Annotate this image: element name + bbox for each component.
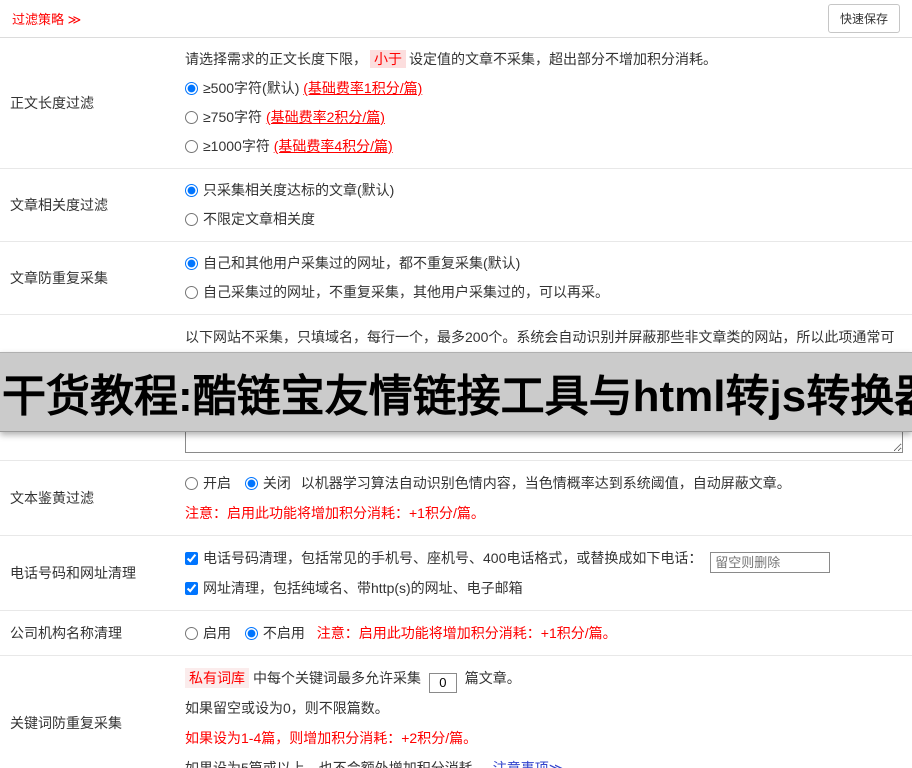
watermark-overlay-banner: 干货教程:酷链宝友情链接工具与html转js转换器( [0,352,912,432]
company-cleanup-on-option[interactable]: 启用 [185,625,235,641]
body-length-750-rate-note: (基础费率2积分/篇) [265,109,385,125]
dedup-self-label: 自己采集过的网址，不重复采集，其他用户采集过的，可以再采。 [203,284,609,300]
row-dedup-collection: 文章防重复采集 自己和其他用户采集过的网址，都不重复采集(默认) 自己采集过的网… [0,242,912,315]
body-length-option-1000[interactable]: ≥1000字符 (基础费率4积分/篇) [185,132,904,161]
body-length-intro: 请选择需求的正文长度下限， 小于 设定值的文章不采集，超出部分不增加积分消耗。 [185,45,904,74]
body-length-filter-content: 请选择需求的正文长度下限， 小于 设定值的文章不采集，超出部分不增加积分消耗。 ≥5… [185,38,912,168]
row-porn-filter: 文本鉴黄过滤 开启 关闭 以机器学习算法自动识别色情内容，当色情概率达到系统阈值… [0,461,912,536]
company-cleanup-options: 启用 不启用 注意：启用此功能将增加积分消耗：+1积分/篇。 [185,618,904,648]
url-cleanup-label: 网址清理，包括纯域名、带http(s)的网址、电子邮箱 [203,580,523,596]
url-cleanup-option[interactable]: 网址清理，包括纯域名、带http(s)的网址、电子邮箱 [185,580,523,596]
body-length-intro-suffix: 设定值的文章不采集，超出部分不增加积分消耗。 [409,51,717,67]
url-cleanup-checkbox[interactable] [185,582,198,595]
keyword-dedup-cost-note: 如果设为1-4篇，则增加积分消耗：+2积分/篇。 [185,730,478,746]
porn-filter-cost-note: 注意：启用此功能将增加积分消耗：+1积分/篇。 [185,505,485,521]
company-cleanup-content: 启用 不启用 注意：启用此功能将增加积分消耗：+1积分/篇。 [185,611,912,655]
relevance-strict-label: 只采集相关度达标的文章(默认) [203,182,395,198]
porn-filter-off-option[interactable]: 关闭 [244,475,295,491]
body-length-750-radio[interactable] [185,111,198,124]
page-header: 过滤策略 ≫ 快速保存 [0,0,912,38]
relevance-filter-label: 文章相关度过滤 [10,197,108,213]
body-length-1000-radio[interactable] [185,140,198,153]
body-length-intro-highlight: 小于 [370,50,406,68]
row-body-length-filter: 正文长度过滤 请选择需求的正文长度下限， 小于 设定值的文章不采集，超出部分不增加积… [0,38,912,169]
phone-cleanup-option[interactable]: 电话号码清理，包括常见的手机号、座机号、400电话格式，或替换成如下电话： [185,550,706,566]
relevance-strict-radio[interactable] [185,184,198,197]
replacement-phone-input[interactable] [710,552,831,573]
relevance-any-label: 不限定文章相关度 [203,211,315,227]
porn-filter-content: 开启 关闭 以机器学习算法自动识别色情内容，当色情概率达到系统阈值，自动屏蔽文章… [185,461,912,535]
row-keyword-dedup: 关键词防重复采集 私有词库中每个关键词最多允许采集 篇文章。 如果留空或设为0，… [0,656,912,768]
body-length-option-500[interactable]: ≥500字符(默认) (基础费率1积分/篇) [185,74,904,103]
keyword-dedup-line4-text: 如果设为5篇或以上，也不会额外增加积分消耗。 [185,760,487,768]
company-cleanup-off-label: 不启用 [262,625,305,641]
keyword-dedup-line1-mid: 中每个关键词最多允许采集 [253,670,421,686]
url-cleanup-line: 网址清理，包括纯域名、带http(s)的网址、电子邮箱 [185,573,904,603]
porn-filter-options: 开启 关闭 以机器学习算法自动识别色情内容，当色情概率达到系统阈值，自动屏蔽文章… [185,468,904,498]
porn-filter-on-radio[interactable] [185,477,198,490]
phone-url-cleanup-label: 电话号码和网址清理 [10,565,136,581]
dedup-collection-label: 文章防重复采集 [10,270,108,286]
body-length-500-radio[interactable] [185,82,198,95]
dedup-global-radio[interactable] [185,257,198,270]
company-cleanup-on-label: 启用 [203,625,231,641]
company-cleanup-label: 公司机构名称清理 [10,625,122,641]
keyword-dedup-line1-suffix: 篇文章。 [464,670,521,686]
body-length-1000-label: ≥1000字符 [203,138,274,154]
relevance-filter-content: 只采集相关度达标的文章(默认) 不限定文章相关度 [185,169,912,241]
dedup-option-global[interactable]: 自己和其他用户采集过的网址，都不重复采集(默认) [185,249,904,278]
relevance-any-radio[interactable] [185,213,198,226]
relevance-option-strict[interactable]: 只采集相关度达标的文章(默认) [185,176,904,205]
body-length-1000-rate-note: (基础费率4积分/篇) [273,138,393,154]
relevance-option-any[interactable]: 不限定文章相关度 [185,205,904,234]
private-lexicon-badge: 私有词库 [185,668,249,688]
body-length-filter-label: 正文长度过滤 [10,95,94,111]
body-length-750-label: ≥750字符 [203,109,266,125]
dedup-self-radio[interactable] [185,286,198,299]
keyword-dedup-line1: 私有词库中每个关键词最多允许采集 篇文章。 [185,663,904,693]
porn-filter-off-radio[interactable] [244,477,258,490]
keyword-dedup-label: 关键词防重复采集 [10,715,122,731]
company-cleanup-on-radio[interactable] [185,627,198,640]
company-cleanup-cost-note: 注意：启用此功能将增加积分消耗：+1积分/篇。 [316,625,617,641]
row-company-cleanup: 公司机构名称清理 启用 不启用 注意：启用此功能将增加积分消耗：+1积分/篇。 [0,611,912,656]
company-cleanup-off-radio[interactable] [244,627,258,640]
body-length-intro-prefix: 请选择需求的正文长度下限， [185,51,367,67]
row-relevance-filter: 文章相关度过滤 只采集相关度达标的文章(默认) 不限定文章相关度 [0,169,912,242]
quick-save-button[interactable]: 快速保存 [827,4,900,33]
phone-cleanup-label: 电话号码清理，包括常见的手机号、座机号、400电话格式，或替换成如下电话： [203,550,703,566]
notice-link[interactable]: 注意事项≫ [493,760,564,768]
porn-filter-desc: 以机器学习算法自动识别色情内容，当色情概率达到系统阈值，自动屏蔽文章。 [300,475,791,491]
keyword-dedup-line4: 如果设为5篇或以上，也不会额外增加积分消耗。 注意事项≫ [185,753,904,768]
porn-filter-label: 文本鉴黄过滤 [10,490,94,506]
dedup-option-self[interactable]: 自己采集过的网址，不重复采集，其他用户采集过的，可以再采。 [185,278,904,307]
porn-filter-on-option[interactable]: 开启 [185,475,235,491]
company-cleanup-off-option[interactable]: 不启用 [244,625,309,641]
dedup-global-label: 自己和其他用户采集过的网址，都不重复采集(默认) [203,255,521,271]
porn-filter-on-label: 开启 [203,475,231,491]
page-title[interactable]: 过滤策略 ≫ [12,9,81,28]
phone-cleanup-line: 电话号码清理，包括常见的手机号、座机号、400电话格式，或替换成如下电话： [185,543,904,573]
body-length-500-label: ≥500字符(默认) [203,80,304,96]
phone-cleanup-checkbox[interactable] [185,552,198,565]
body-length-500-rate-note: (基础费率1积分/篇) [303,80,423,96]
row-phone-url-cleanup: 电话号码和网址清理 电话号码清理，包括常见的手机号、座机号、400电话格式，或替… [0,536,912,611]
phone-url-cleanup-content: 电话号码清理，包括常见的手机号、座机号、400电话格式，或替换成如下电话： 网址… [185,536,912,610]
dedup-collection-content: 自己和其他用户采集过的网址，都不重复采集(默认) 自己采集过的网址，不重复采集，… [185,242,912,314]
body-length-option-750[interactable]: ≥750字符 (基础费率2积分/篇) [185,103,904,132]
porn-filter-off-label: 关闭 [262,475,291,491]
watermark-overlay-text: 干货教程:酷链宝友情链接工具与html转js转换器( [2,372,912,421]
keyword-max-count-input[interactable] [428,672,457,693]
keyword-dedup-content: 私有词库中每个关键词最多允许采集 篇文章。 如果留空或设为0，则不限篇数。 如果… [185,656,912,768]
keyword-dedup-line2: 如果留空或设为0，则不限篇数。 [185,700,389,716]
